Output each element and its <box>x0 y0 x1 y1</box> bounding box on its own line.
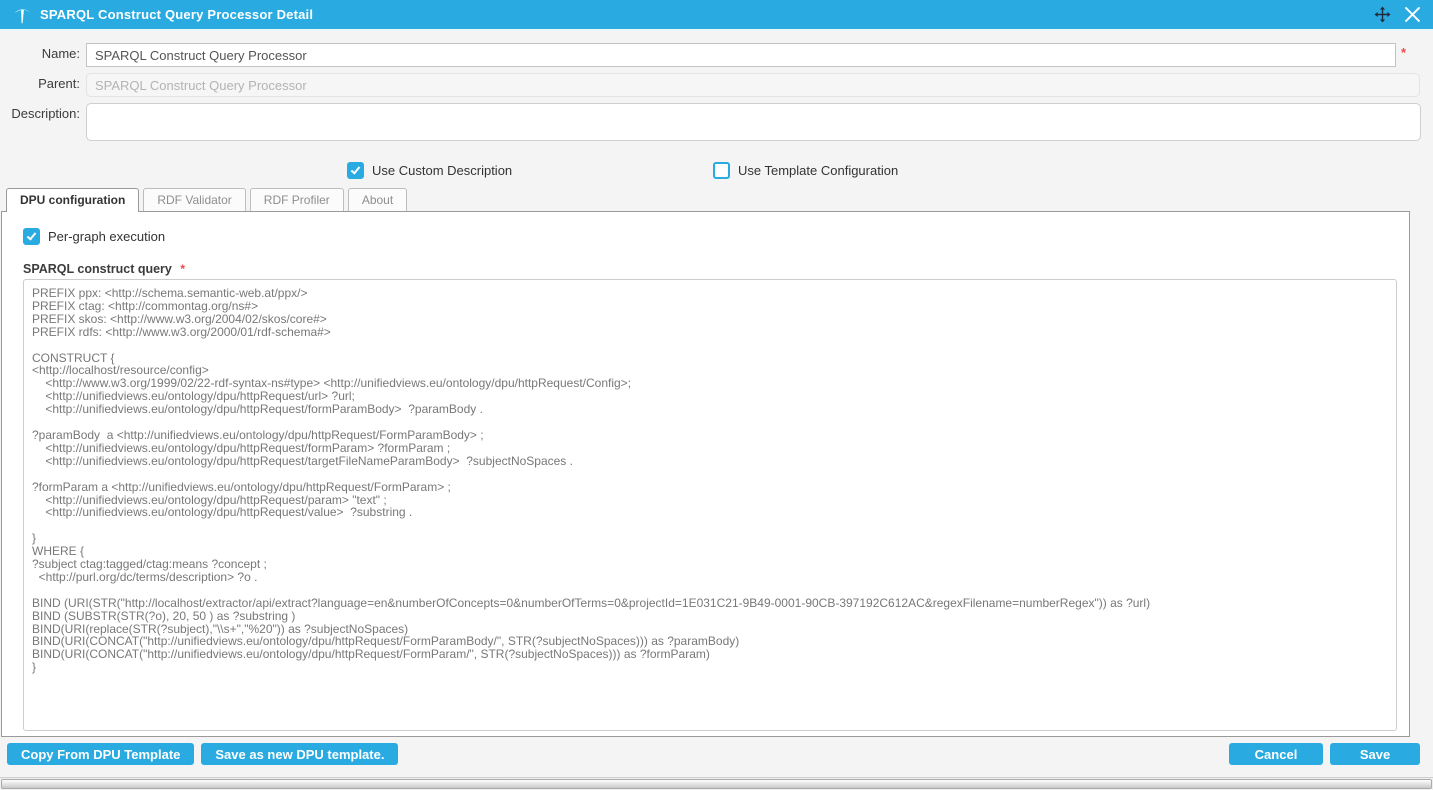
use-custom-description-checkbox[interactable] <box>347 162 364 179</box>
per-graph-execution-checkbox[interactable] <box>23 228 40 245</box>
sparql-query-label: SPARQL construct query <box>23 262 172 276</box>
horizontal-scrollbar[interactable] <box>0 777 1433 790</box>
use-custom-description-group: Use Custom Description <box>347 162 512 179</box>
cancel-button[interactable]: Cancel <box>1229 743 1323 765</box>
save-button[interactable]: Save <box>1330 743 1420 765</box>
use-template-configuration-label[interactable]: Use Template Configuration <box>738 163 898 178</box>
description-input[interactable] <box>86 103 1421 141</box>
move-icon[interactable] <box>1371 4 1393 26</box>
copy-from-dpu-template-button[interactable]: Copy From DPU Template <box>7 743 194 765</box>
name-label: Name: <box>0 43 80 61</box>
name-input[interactable] <box>86 43 1396 67</box>
tab-rdf-validator[interactable]: RDF Validator <box>143 188 245 211</box>
check-icon <box>351 164 361 174</box>
description-label: Description: <box>0 103 80 121</box>
save-as-new-dpu-template-button[interactable]: Save as new DPU template. <box>201 743 398 765</box>
dialog-form: Name: * Parent: Description: Use Custom … <box>0 31 1433 180</box>
parent-label: Parent: <box>0 73 80 91</box>
name-row: Name: * <box>0 43 1433 67</box>
dialog-title: SPARQL Construct Query Processor Detail <box>40 7 313 22</box>
check-icon <box>27 230 37 240</box>
horizontal-scrollbar-thumb[interactable] <box>1 779 1432 789</box>
sparql-query-label-row: SPARQL construct query * <box>23 262 1397 276</box>
use-template-configuration-checkbox[interactable] <box>713 162 730 179</box>
per-graph-execution-label[interactable]: Per-graph execution <box>48 229 165 244</box>
transformer-dpu-icon <box>12 5 32 25</box>
parent-input <box>86 73 1420 97</box>
tab-rdf-profiler[interactable]: RDF Profiler <box>250 188 344 211</box>
parent-row: Parent: <box>0 73 1433 97</box>
sparql-query-input[interactable]: PREFIX ppx: <http://schema.semantic-web.… <box>23 279 1397 731</box>
name-required-asterisk: * <box>1401 43 1406 60</box>
dialog-header: SPARQL Construct Query Processor Detail <box>0 0 1433 31</box>
query-required-asterisk: * <box>180 260 185 276</box>
description-row: Description: <box>0 103 1433 141</box>
close-icon[interactable] <box>1401 4 1423 26</box>
dialog-footer: Copy From DPU Template Save as new DPU t… <box>0 743 1433 765</box>
tab-bar: DPU configuration RDF Validator RDF Prof… <box>0 188 1433 211</box>
dpu-configuration-panel: Per-graph execution SPARQL construct que… <box>1 211 1410 737</box>
tab-dpu-configuration[interactable]: DPU configuration <box>6 188 139 212</box>
use-template-configuration-group: Use Template Configuration <box>713 162 898 179</box>
options-row: Use Custom Description Use Template Conf… <box>0 162 1433 180</box>
use-custom-description-label[interactable]: Use Custom Description <box>372 163 512 178</box>
tab-about[interactable]: About <box>348 188 407 211</box>
per-graph-execution-group: Per-graph execution <box>23 227 1397 245</box>
